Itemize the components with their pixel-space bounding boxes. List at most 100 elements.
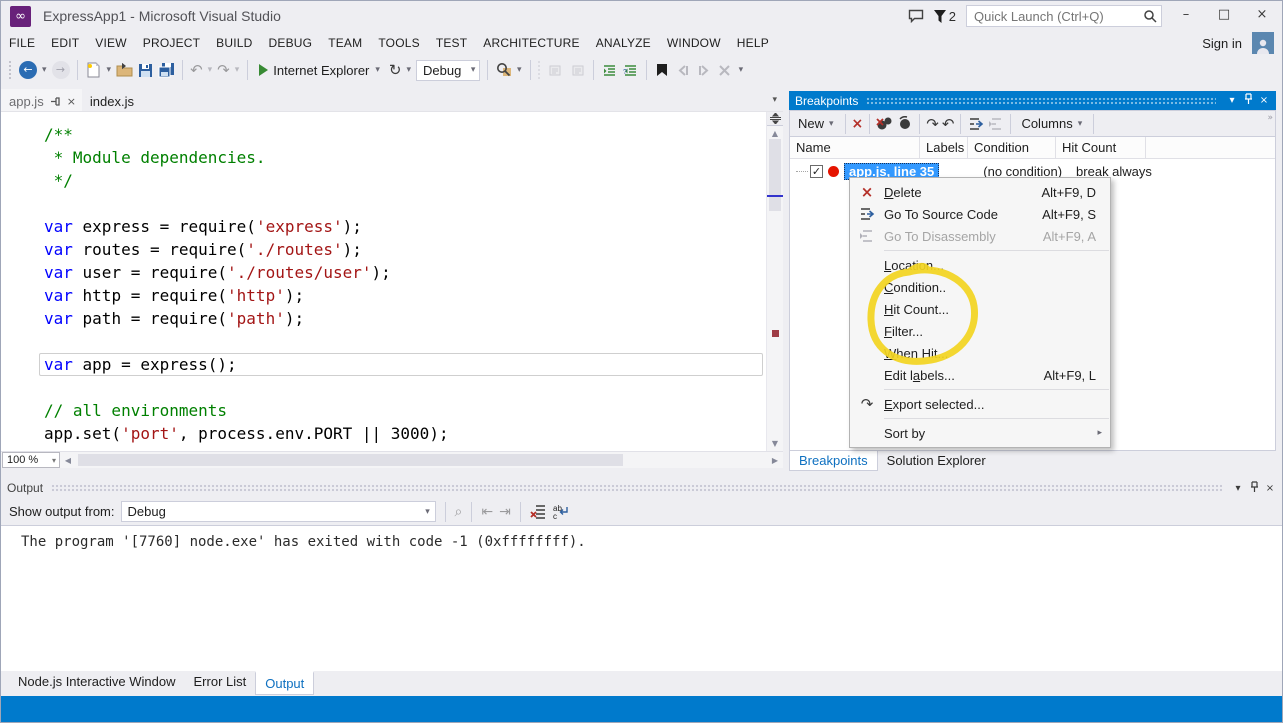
output-source-combo[interactable]: Debug ▾: [121, 501, 436, 522]
context-menu-item-delete[interactable]: ×DeleteAlt+F9, D: [850, 181, 1110, 203]
editor-hscroll-thumb[interactable]: [78, 454, 623, 466]
navigate-forward-button[interactable]: →: [52, 61, 70, 79]
close-button[interactable]: ×: [1248, 5, 1276, 27]
quick-launch-box[interactable]: [966, 5, 1162, 27]
export-breakpoints-icon[interactable]: ↷: [926, 115, 939, 133]
find-in-files-icon[interactable]: [495, 62, 512, 79]
feedback-icon[interactable]: [908, 9, 924, 23]
save-all-icon[interactable]: [158, 62, 175, 79]
menu-test[interactable]: TEST: [428, 32, 475, 54]
context-menu-item-location[interactable]: Location...: [850, 254, 1110, 276]
navigate-back-dropdown-icon[interactable]: ▾: [41, 65, 48, 75]
undo-dropdown-icon[interactable]: ▾: [207, 65, 214, 75]
breakpoint-checkbox[interactable]: ✓: [810, 165, 823, 178]
output-close-icon[interactable]: ×: [1262, 483, 1278, 494]
menu-build[interactable]: BUILD: [208, 32, 260, 54]
open-file-icon[interactable]: [116, 62, 133, 79]
new-breakpoint-button[interactable]: New ▾: [794, 114, 839, 133]
menu-edit[interactable]: EDIT: [43, 32, 87, 54]
find-dropdown-icon[interactable]: ▾: [516, 65, 523, 75]
tab-index-js[interactable]: index.js: [82, 89, 140, 111]
previous-bookmark-icon[interactable]: [675, 62, 692, 79]
column-labels[interactable]: Labels: [920, 137, 968, 158]
toolbar-grip[interactable]: [9, 61, 13, 79]
toolbar-grip-2[interactable]: [538, 61, 542, 79]
menu-analyze[interactable]: ANALYZE: [588, 32, 659, 54]
menu-file[interactable]: FILE: [1, 32, 43, 54]
redo-icon[interactable]: ↷: [217, 61, 230, 79]
bookmark-icon[interactable]: [654, 62, 671, 79]
increase-indent-icon[interactable]: ?: [622, 62, 639, 79]
uncomment-icon[interactable]: [569, 62, 586, 79]
redo-dropdown-icon[interactable]: ▾: [234, 65, 241, 75]
refresh-icon[interactable]: ↻: [389, 61, 402, 79]
go-to-source-toolbar-icon[interactable]: [967, 115, 984, 132]
toolbar-overflow-icon[interactable]: ▾: [738, 65, 745, 75]
new-file-dropdown-icon[interactable]: ▾: [106, 65, 113, 75]
column-hit-count[interactable]: Hit Count: [1056, 137, 1146, 158]
editor-splitter-handle[interactable]: [767, 112, 783, 126]
editor-vertical-scrollbar[interactable]: ▲ ▼: [766, 112, 783, 451]
output-position-dropdown-icon[interactable]: ▾: [1230, 483, 1246, 494]
close-panel-icon[interactable]: ×: [1256, 95, 1272, 106]
clear-bookmarks-icon[interactable]: [717, 62, 734, 79]
context-menu-item-hit-count[interactable]: Hit Count...: [850, 298, 1110, 320]
editor-horizontal-scrollbar[interactable]: [76, 452, 767, 468]
delete-breakpoint-icon[interactable]: ×: [852, 116, 864, 132]
menu-project[interactable]: PROJECT: [135, 32, 208, 54]
close-tab-icon[interactable]: ×: [67, 95, 76, 108]
window-position-dropdown-icon[interactable]: ▾: [1224, 95, 1240, 106]
delete-all-breakpoints-icon[interactable]: [876, 115, 893, 132]
context-menu-item-sort-by[interactable]: Sort by▸: [850, 422, 1110, 444]
solution-configuration-combo[interactable]: Debug ▾: [416, 60, 480, 81]
tab-breakpoints[interactable]: Breakpoints: [789, 451, 878, 471]
import-breakpoints-icon[interactable]: ↶: [942, 115, 955, 133]
minimize-button[interactable]: –: [1172, 5, 1200, 27]
breakpoints-title-bar[interactable]: Breakpoints ▾ ×: [789, 91, 1276, 110]
start-debugging-button[interactable]: Internet Explorer ▾: [255, 61, 385, 80]
scroll-right-icon[interactable]: ▶: [767, 456, 783, 465]
navigate-back-button[interactable]: ←: [19, 61, 37, 79]
context-menu-item-edit-labels[interactable]: Edit labels...Alt+F9, L: [850, 364, 1110, 386]
menu-debug[interactable]: DEBUG: [261, 32, 321, 54]
menu-tools[interactable]: TOOLS: [370, 32, 427, 54]
quick-launch-input[interactable]: [966, 5, 1162, 27]
columns-button[interactable]: Columns ▾: [1017, 114, 1087, 133]
avatar[interactable]: [1252, 32, 1274, 54]
context-menu-item-condition[interactable]: Condition..: [850, 276, 1110, 298]
toolbar-overflow-icon-2[interactable]: »: [1267, 113, 1273, 123]
next-bookmark-icon[interactable]: [696, 62, 713, 79]
context-menu-item-go-to-source-code[interactable]: Go To Source CodeAlt+F9, S: [850, 203, 1110, 225]
disable-all-breakpoints-icon[interactable]: [896, 115, 913, 132]
go-to-disassembly-toolbar-icon[interactable]: [987, 115, 1004, 132]
comment-out-icon[interactable]: [548, 62, 565, 79]
pin-panel-icon[interactable]: [1240, 93, 1256, 108]
clear-all-output-icon[interactable]: [530, 503, 547, 520]
tab-error-list[interactable]: Error List: [185, 671, 256, 692]
zoom-combo[interactable]: 100 % ▾: [2, 452, 60, 468]
menu-help[interactable]: HELP: [729, 32, 777, 54]
column-condition[interactable]: Condition: [968, 137, 1056, 158]
sign-in-link[interactable]: Sign in: [1192, 36, 1252, 51]
context-menu-item-filter[interactable]: Filter...: [850, 320, 1110, 342]
decrease-indent-icon[interactable]: [601, 62, 618, 79]
next-message-icon[interactable]: ⇥: [499, 504, 511, 520]
menu-window[interactable]: WINDOW: [659, 32, 729, 54]
menu-view[interactable]: VIEW: [87, 32, 134, 54]
tab-output[interactable]: Output: [255, 671, 314, 695]
context-menu-item-export-selected[interactable]: ↷Export selected...: [850, 393, 1110, 415]
maximize-button[interactable]: □: [1210, 5, 1238, 27]
save-icon[interactable]: [137, 62, 154, 79]
editor-vscroll-thumb[interactable]: [769, 139, 781, 211]
output-title-bar[interactable]: Output ▾ ×: [1, 478, 1283, 498]
document-list-dropdown-icon[interactable]: ▾: [772, 95, 777, 105]
menu-team[interactable]: TEAM: [320, 32, 370, 54]
tab-app-js[interactable]: app.js ×: [1, 89, 82, 111]
output-pin-icon[interactable]: [1246, 481, 1262, 496]
find-message-icon[interactable]: ⌕: [455, 504, 463, 520]
notifications-button[interactable]: 2: [934, 9, 956, 24]
tab-nodejs-interactive-window[interactable]: Node.js Interactive Window: [9, 671, 185, 692]
word-wrap-icon[interactable]: abc: [553, 503, 570, 520]
context-menu-item-when-hit[interactable]: When Hit...: [850, 342, 1110, 364]
scroll-down-icon[interactable]: ▼: [767, 436, 783, 451]
